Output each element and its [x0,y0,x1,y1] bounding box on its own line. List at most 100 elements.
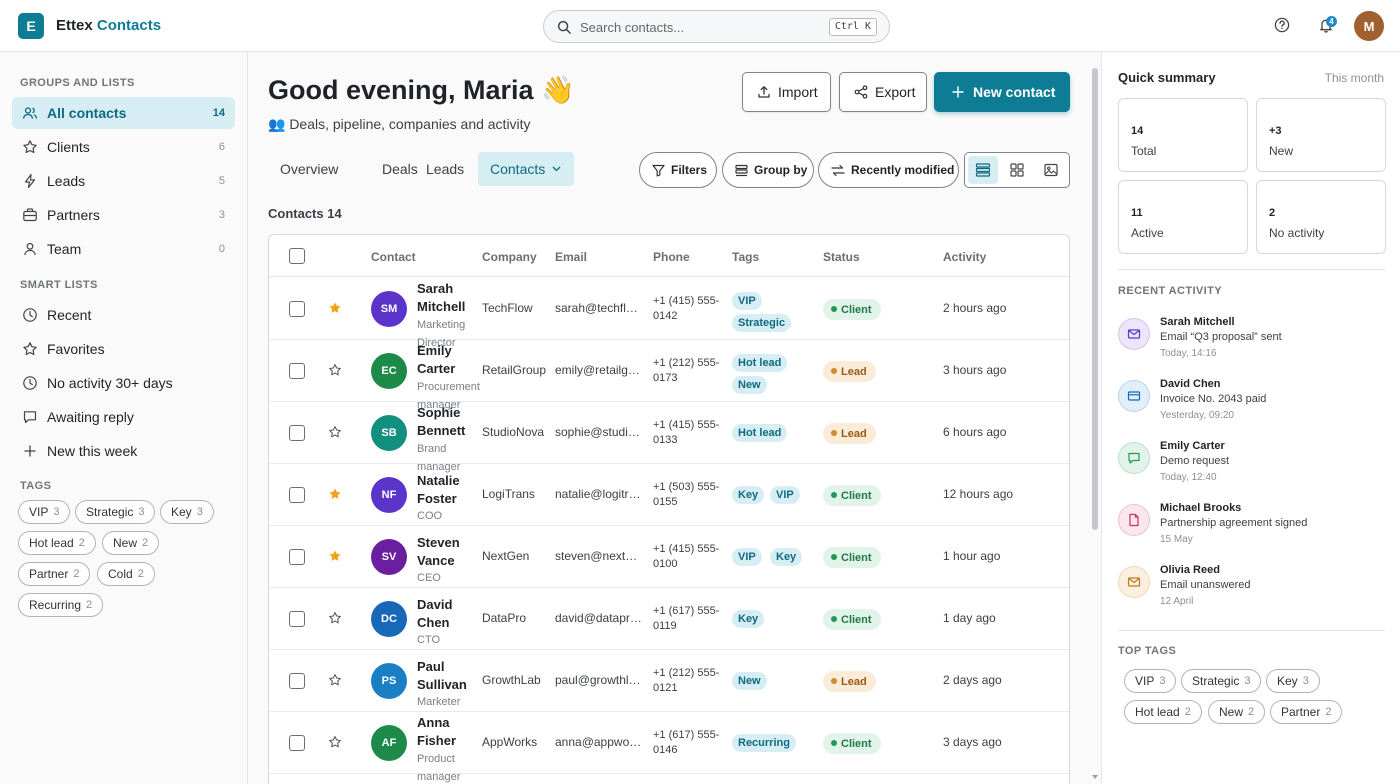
activity-item[interactable]: Michael Brooks Partnership agreement sign… [1118,500,1385,562]
contact-phone[interactable]: +1 (617) 555- 0146 [653,728,725,758]
contact-email[interactable]: paul@growthlab.com [555,673,643,687]
help-icon[interactable] [1274,17,1290,33]
table-row[interactable]: EC Emily Carter Procurement manager RetailGro… [269,340,1069,411]
tag-badge[interactable]: Key [770,548,803,566]
scrollbar-thumb[interactable] [1092,68,1098,530]
contact-phone[interactable]: +1 (415) 555- 0133 [653,418,725,448]
contact-name[interactable]: Sophie Bennett [417,404,477,440]
tag-badge[interactable]: VIP [732,548,762,566]
star-icon[interactable] [328,363,342,377]
tag-badge[interactable]: Recurring [732,734,796,752]
tab-leads[interactable]: Leads [414,152,476,186]
contact-phone[interactable]: +1 (503) 555- 0155 [653,480,725,510]
tag-badge[interactable]: Hot lead [732,354,788,372]
export-button[interactable]: Export [839,72,927,112]
tag-chip-vip[interactable]: VIP 3 [18,500,71,524]
column-header-phone[interactable]: Phone [653,250,690,264]
row-checkbox[interactable] [289,549,305,565]
row-checkbox[interactable] [289,673,305,689]
table-row[interactable]: PS Paul Sullivan Marketer GrowthLab paul@grow… [269,650,1069,712]
contact-name[interactable]: Natalie Foster [417,472,477,508]
star-filled-icon[interactable] [328,549,342,563]
tag-chip-strategic[interactable]: Strategic 3 [75,500,156,524]
sidebar-item-new-this-week[interactable]: New this week [12,435,235,467]
sidebar-item-awaiting-reply[interactable]: Awaiting reply [12,401,235,433]
sidebar-item-all-contacts[interactable]: All contacts 14 [12,97,235,129]
filters-button[interactable]: Filters [639,152,717,188]
table-row[interactable]: SB Sophie Bennett Brand manager StudioNova sop… [269,402,1069,473]
contact-name[interactable]: Paul Sullivan [417,658,477,694]
app-logo[interactable]: E [18,13,44,39]
table-row[interactable]: NF Natalie Foster COO LogiTrans natalie@logit… [269,464,1069,526]
star-icon[interactable] [328,735,342,749]
row-checkbox[interactable] [289,301,305,317]
list-view-button[interactable] [968,156,998,184]
top-tag-chip-new[interactable]: New 2 [1208,700,1266,724]
contact-email[interactable]: sophie@studionova.com [555,425,643,439]
tab-overview[interactable]: Overview [268,152,350,186]
tag-badge[interactable]: Strategic [732,314,792,332]
contact-name[interactable]: Emily Carter [417,342,477,378]
sidebar-item-leads[interactable]: Leads 5 [12,165,235,197]
scroll-down-arrow[interactable] [1092,774,1098,780]
activity-item[interactable]: Olivia Reed Email unanswered 12 April [1118,562,1385,624]
sidebar-item-no-activity[interactable]: No activity 30+ days [12,367,235,399]
column-header-status[interactable]: Status [823,250,860,264]
import-button[interactable]: Import [742,72,831,112]
table-row[interactable]: SM Sarah Mitchell Marketing Director TechFlow… [269,278,1069,349]
new-contact-button[interactable]: New contact [934,72,1070,112]
tab-contacts[interactable]: Contacts [478,152,574,186]
column-header-tags[interactable]: Tags [732,250,759,264]
tag-badge[interactable]: New [732,376,767,394]
star-filled-icon[interactable] [328,301,342,315]
tag-badge[interactable]: New [732,672,767,690]
tag-badge[interactable]: Hot lead [732,424,788,442]
contact-email[interactable]: emily@retailgroup.com [555,363,643,377]
sidebar-item-recent[interactable]: Recent [12,299,235,331]
tag-chip-hot-lead[interactable]: Hot lead 2 [18,531,96,555]
user-avatar[interactable]: M [1354,11,1384,41]
table-row[interactable]: DC David Chen CTO DataPro david@datapro.com +1… [269,588,1069,650]
top-tag-chip-hot-lead[interactable]: Hot lead 2 [1124,700,1202,724]
column-header-email[interactable]: Email [555,250,587,264]
activity-item[interactable]: David Chen Invoice No. 2043 paid Yesterday… [1118,376,1385,438]
table-row[interactable]: AF Anna Fisher Product manager AppWorks anna@a… [269,712,1069,783]
tag-chip-partner[interactable]: Partner 2 [18,562,91,586]
sidebar-item-partners[interactable]: Partners 3 [12,199,235,231]
top-tag-chip-strategic[interactable]: Strategic 3 [1181,669,1262,693]
contact-email[interactable]: david@datapro.com [555,611,643,625]
sidebar-item-favorites[interactable]: Favorites [12,333,235,365]
summary-card-active[interactable]: 11 Active [1118,180,1248,254]
card-view-button[interactable] [1036,156,1066,184]
contact-name[interactable]: Anna Fisher [417,714,477,750]
sidebar-item-team[interactable]: Team 0 [12,233,235,265]
contact-name[interactable]: Sarah Mitchell [417,280,477,316]
select-all-checkbox[interactable] [289,248,305,264]
sort-button[interactable]: Recently modified [818,152,959,188]
summary-card-new[interactable]: +3 New [1256,98,1386,172]
column-header-activity[interactable]: Activity [943,250,986,264]
row-checkbox[interactable] [289,735,305,751]
row-checkbox[interactable] [289,425,305,441]
tag-chip-recurring[interactable]: Recurring 2 [18,593,104,617]
tag-badge[interactable]: VIP [732,292,762,310]
contact-email[interactable]: anna@appworks.com [555,735,643,749]
contact-phone[interactable]: +1 (617) 555- 0119 [653,604,725,634]
contact-phone[interactable]: +1 (212) 555- 0121 [653,666,725,696]
contact-phone[interactable]: +1 (212) 555- 0173 [653,356,725,386]
row-checkbox[interactable] [289,363,305,379]
summary-card-total[interactable]: 14 Total [1118,98,1248,172]
contact-phone[interactable]: +1 (415) 555- 0142 [653,294,725,324]
contact-email[interactable]: sarah@techflow.com [555,301,643,315]
tag-chip-new[interactable]: New 2 [102,531,160,555]
summary-period[interactable]: This month [1325,71,1384,85]
row-checkbox[interactable] [289,611,305,627]
star-icon[interactable] [328,673,342,687]
sidebar-item-clients[interactable]: Clients 6 [12,131,235,163]
star-filled-icon[interactable] [328,487,342,501]
search-bar[interactable]: Ctrl K [543,10,890,43]
tag-badge[interactable]: Key [732,610,765,628]
top-tag-chip-key[interactable]: Key 3 [1266,669,1320,693]
search-input[interactable] [580,18,800,36]
tag-chip-cold[interactable]: Cold 2 [97,562,155,586]
